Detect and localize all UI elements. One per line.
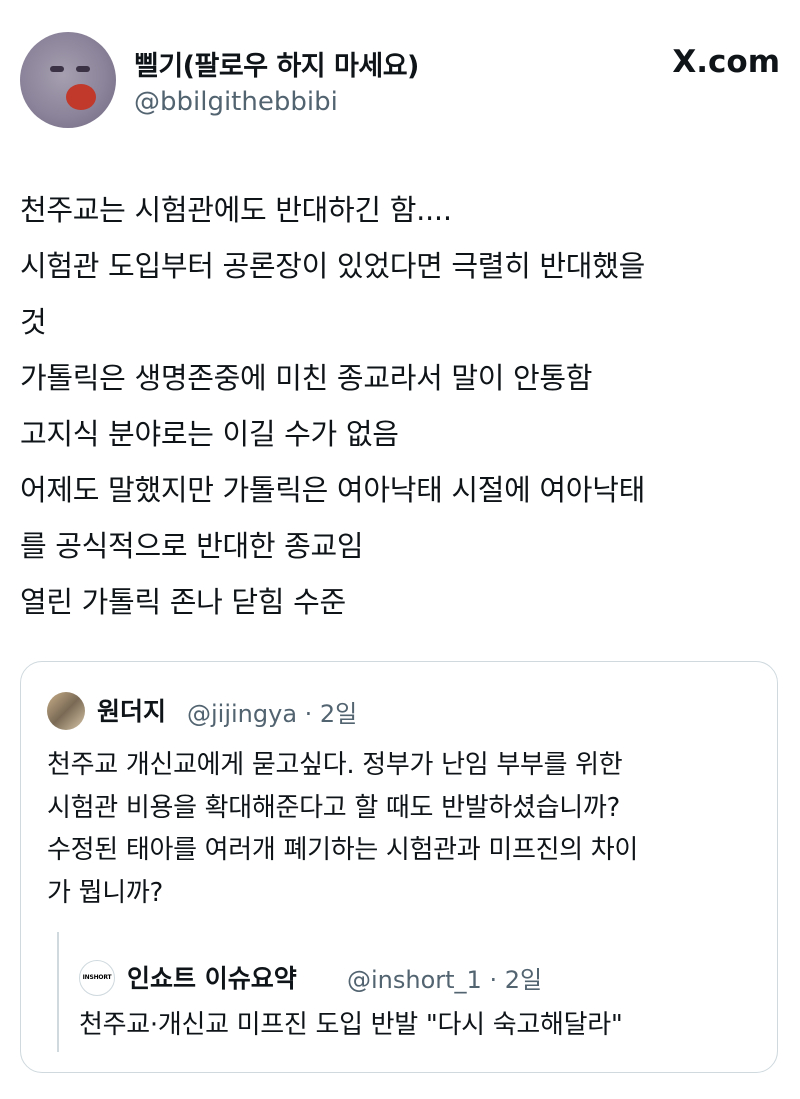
tweet-line: 고지식 분야로는 이길 수가 없음 bbox=[20, 417, 399, 451]
nested-tweet-text: 천주교·개신교 미프진 도입 반발 "다시 숙고해달라" bbox=[79, 1010, 623, 1040]
tweet-line: 천주교는 시험관에도 반대하긴 함.... bbox=[20, 193, 452, 227]
tweet-header: 삘기(팔로우 하지 마세요) @bbilgithebbibi X.com bbox=[20, 32, 780, 132]
nested-quote-divider bbox=[57, 932, 59, 1052]
tweet-line: 열린 가톨릭 존나 닫힘 수준 bbox=[20, 585, 346, 619]
tweet-line: 를 공식적으로 반대한 종교임 bbox=[20, 529, 364, 563]
quoted-author-name[interactable]: 원더지 bbox=[97, 692, 166, 728]
quoted-tweet-line: 수정된 태아를 여러개 폐기하는 시험관과 미프진의 차이 bbox=[47, 835, 639, 865]
tweet-line: 것 bbox=[20, 305, 47, 339]
author-name[interactable]: 삘기(팔로우 하지 마세요) bbox=[134, 44, 419, 83]
avatar-eye bbox=[76, 66, 90, 72]
tweet-text: 천주교는 시험관에도 반대하긴 함.... 시험관 도입부터 공론장이 있었다면… bbox=[20, 182, 780, 630]
nested-author-handle: @inshort_1 · 2일 bbox=[347, 966, 543, 994]
avatar-mouth bbox=[66, 84, 96, 110]
author-avatar[interactable] bbox=[20, 32, 116, 128]
inshort-logo[interactable]: INSHORT bbox=[79, 960, 115, 996]
nested-author-name[interactable]: 인쇼트 이슈요약 bbox=[127, 959, 297, 995]
quoted-author-handle: @jijingya · 2일 bbox=[187, 700, 358, 728]
avatar-eye bbox=[50, 66, 64, 72]
tweet-line: 가톨릭은 생명존중에 미친 종교라서 말이 안통함 bbox=[20, 361, 593, 395]
quoted-tweet-text: 천주교 개신교에게 묻고싶다. 정부가 난임 부부를 위한 시험관 비용을 확대… bbox=[47, 744, 757, 914]
author-handle[interactable]: @bbilgithebbibi bbox=[134, 87, 338, 117]
tweet-line: 시험관 도입부터 공론장이 있었다면 극렬히 반대했을 bbox=[20, 249, 645, 283]
quoted-author-avatar[interactable] bbox=[47, 692, 85, 730]
quoted-tweet-line: 가 뭡니까? bbox=[47, 877, 163, 908]
tweet-line: 어제도 말했지만 가톨릭은 여아낙태 시절에 여아낙태 bbox=[20, 473, 645, 507]
quoted-tweet-line: 천주교 개신교에게 묻고싶다. 정부가 난임 부부를 위한 bbox=[47, 750, 623, 780]
x-logo[interactable]: X.com bbox=[672, 44, 780, 80]
quoted-tweet-line: 시험관 비용을 확대해준다고 할 때도 반발하셨습니까? bbox=[47, 792, 620, 823]
quoted-tweet-card[interactable]: 원더지 @jijingya · 2일 천주교 개신교에게 묻고싶다. 정부가 난… bbox=[20, 661, 778, 1073]
